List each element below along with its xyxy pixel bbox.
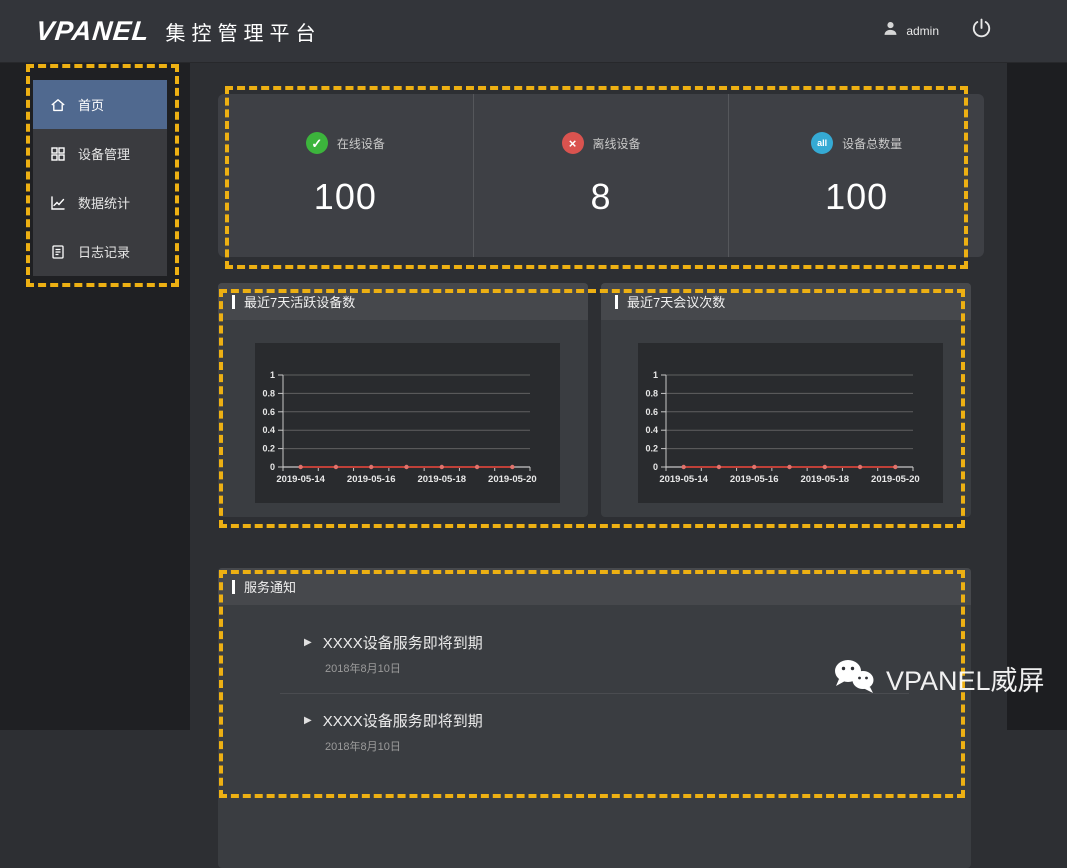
notice-card-title: 服务通知 — [244, 577, 296, 596]
svg-text:0.8: 0.8 — [262, 388, 275, 398]
notice-title: XXXX设备服务即将到期 — [323, 710, 483, 731]
svg-text:0.4: 0.4 — [262, 425, 275, 435]
notice-list: ▶ XXXX设备服务即将到期 2018年8月10日 ▶ XXXX设备服务即将到期 2018… — [218, 605, 971, 754]
sidebar-item-devices[interactable]: 设备管理 — [33, 129, 167, 178]
brand: VPANEL 集控管理平台 — [36, 16, 322, 47]
app-title: 集控管理平台 — [166, 17, 322, 46]
svg-text:2019-05-14: 2019-05-14 — [276, 474, 325, 485]
chart-title: 最近7天活跃设备数 — [244, 292, 355, 311]
charts-row: 最近7天活跃设备数 0 0.2 0.4 0.6 0.8 1 2019-05-14 2019-05… — [218, 283, 971, 517]
log-file-icon — [50, 244, 66, 260]
stat-label: 设备总数量 — [842, 135, 902, 152]
device-grid-icon — [50, 146, 66, 162]
chart-card-header: 最近7天活跃设备数 — [218, 283, 588, 320]
stat-head: × 离线设备 — [562, 132, 641, 154]
chart-card-1: 最近7天活跃设备数 0 0.2 0.4 0.6 0.8 1 2019-05-14 2019-05… — [218, 283, 588, 517]
svg-text:2019-05-20: 2019-05-20 — [871, 474, 920, 485]
svg-text:0: 0 — [653, 462, 658, 472]
power-icon — [970, 17, 993, 45]
stat-value: 100 — [314, 176, 377, 218]
sidebar-item-label: 日志记录 — [78, 242, 130, 261]
device-stats-card: ✓ 在线设备 100 × 离线设备 8 all 设备总数量 100 — [218, 94, 984, 257]
notice-title-row: ▶ XXXX设备服务即将到期 — [304, 632, 971, 653]
stat-label: 离线设备 — [593, 135, 641, 152]
line-chart-plot: 0 0.2 0.4 0.6 0.8 1 2019-05-14 2019-05-16 2019-0… — [638, 343, 943, 503]
stat-head: all 设备总数量 — [811, 132, 902, 154]
svg-text:2019-05-18: 2019-05-18 — [800, 474, 849, 485]
stat-value: 8 — [590, 176, 611, 218]
notice-divider — [280, 693, 909, 694]
chart-card-2: 最近7天会议次数 0 0.2 0.4 0.6 0.8 1 2019-05-14 2019-05-… — [601, 283, 971, 517]
check-circle-icon: ✓ — [306, 132, 328, 154]
sidebar-item-label: 数据统计 — [78, 193, 130, 212]
notice-title: XXXX设备服务即将到期 — [323, 632, 483, 653]
sidebar-item-label: 首页 — [78, 95, 104, 114]
stat-label: 在线设备 — [337, 135, 385, 152]
home-icon — [50, 97, 66, 113]
sidebar-item-logs[interactable]: 日志记录 — [33, 227, 167, 276]
title-accent-bar — [232, 580, 235, 594]
title-accent-bar — [615, 295, 618, 309]
stat-head: ✓ 在线设备 — [306, 132, 385, 154]
vpanel-logo: VPANEL — [34, 16, 151, 47]
svg-text:0.4: 0.4 — [645, 425, 658, 435]
svg-text:0.6: 0.6 — [262, 407, 275, 417]
stat-item: ✓ 在线设备 100 — [218, 94, 473, 257]
sidebar-item-label: 设备管理 — [78, 144, 130, 163]
notice-date: 2018年8月10日 — [304, 660, 971, 676]
svg-text:2019-05-18: 2019-05-18 — [417, 474, 466, 485]
notice-card-header: 服务通知 — [218, 568, 971, 605]
chart-card-header: 最近7天会议次数 — [601, 283, 971, 320]
stat-item: all 设备总数量 100 — [728, 94, 984, 257]
svg-text:0.2: 0.2 — [645, 444, 658, 454]
chart-plot-area: 0 0.2 0.4 0.6 0.8 1 2019-05-14 2019-05-16 2019-0… — [638, 343, 943, 503]
sidebar-item-home[interactable]: 首页 — [33, 80, 167, 129]
user-name: admin — [906, 24, 939, 38]
sidebar-menu: 首页设备管理数据统计日志记录 — [33, 80, 167, 276]
chart-plot-area: 0 0.2 0.4 0.6 0.8 1 2019-05-14 2019-05-16 2019-0… — [255, 343, 560, 503]
svg-text:0: 0 — [270, 462, 275, 472]
notice-title-row: ▶ XXXX设备服务即将到期 — [304, 710, 971, 731]
svg-text:2019-05-16: 2019-05-16 — [347, 474, 396, 485]
svg-text:2019-05-16: 2019-05-16 — [730, 474, 779, 485]
user-menu[interactable]: admin — [882, 0, 939, 62]
stat-value: 100 — [825, 176, 888, 218]
svg-text:0.6: 0.6 — [645, 407, 658, 417]
top-header: VPANEL 集控管理平台 admin — [0, 0, 1067, 63]
sidebar-item-stats[interactable]: 数据统计 — [33, 178, 167, 227]
logout-power-button[interactable] — [970, 0, 993, 62]
svg-text:0.2: 0.2 — [262, 444, 275, 454]
notice-date: 2018年8月10日 — [304, 738, 971, 754]
expand-arrow-icon: ▶ — [304, 637, 312, 648]
title-accent-bar — [232, 295, 235, 309]
svg-text:2019-05-20: 2019-05-20 — [488, 474, 537, 485]
line-chart-icon — [50, 195, 66, 211]
svg-text:1: 1 — [270, 370, 275, 380]
notice-item[interactable]: ▶ XXXX设备服务即将到期 2018年8月10日 — [218, 710, 971, 754]
svg-text:2019-05-14: 2019-05-14 — [659, 474, 708, 485]
line-chart-plot: 0 0.2 0.4 0.6 0.8 1 2019-05-14 2019-05-16 2019-0… — [255, 343, 560, 503]
service-notice-card: 服务通知 ▶ XXXX设备服务即将到期 2018年8月10日 ▶ XXXX设备服务即将到… — [218, 568, 971, 868]
svg-text:1: 1 — [653, 370, 658, 380]
right-edge-background — [1007, 62, 1067, 730]
notice-item[interactable]: ▶ XXXX设备服务即将到期 2018年8月10日 — [218, 632, 971, 676]
svg-text:0.8: 0.8 — [645, 388, 658, 398]
user-icon — [882, 20, 899, 42]
expand-arrow-icon: ▶ — [304, 715, 312, 726]
x-circle-icon: × — [562, 132, 584, 154]
all-circle-icon: all — [811, 132, 833, 154]
stat-item: × 离线设备 8 — [473, 94, 729, 257]
chart-title: 最近7天会议次数 — [627, 292, 725, 311]
